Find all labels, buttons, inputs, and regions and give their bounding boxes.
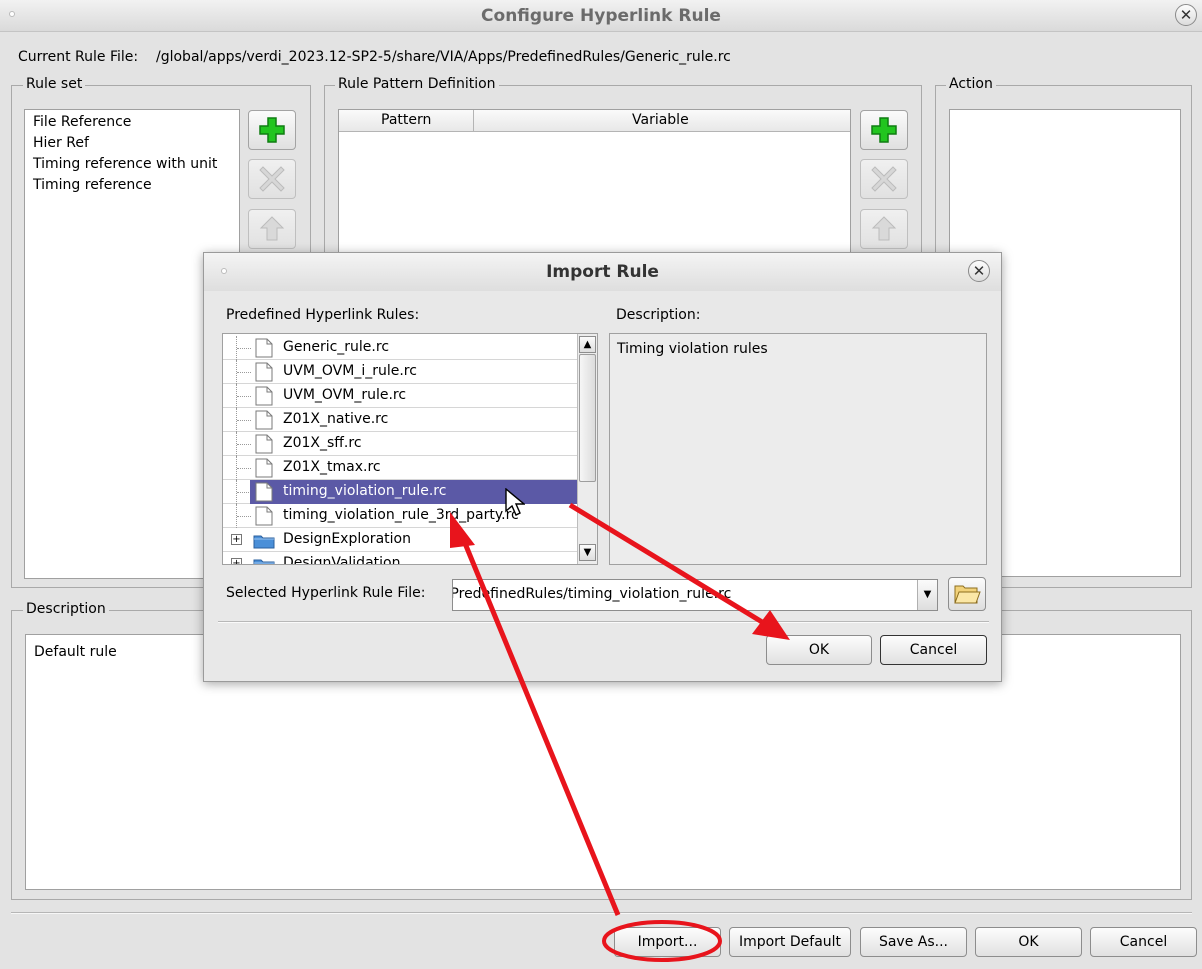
file-icon — [255, 434, 273, 454]
mouse-cursor-icon — [505, 488, 525, 516]
selected-file-label: Selected Hyperlink Rule File: — [226, 585, 426, 601]
tree-folder[interactable]: + DesignExploration — [223, 528, 577, 552]
dialog-close-icon[interactable]: ✕ — [968, 260, 990, 282]
file-icon — [255, 482, 273, 502]
file-icon — [255, 458, 273, 478]
predefined-rules-tree[interactable]: Generic_rule.rc UVM_OVM_i_rule.rc UVM_OV… — [222, 333, 598, 565]
tree-folder-label: DesignValidation — [283, 555, 401, 565]
x-icon — [871, 166, 897, 192]
tree-hline — [237, 420, 251, 421]
main-ok-button[interactable]: OK — [975, 927, 1082, 957]
tree-item-label: Z01X_native.rc — [283, 411, 389, 427]
tree-item-label: Generic_rule.rc — [283, 339, 390, 355]
tree-item-label: UVM_OVM_rule.rc — [283, 387, 407, 403]
pattern-move-up-button[interactable] — [860, 209, 908, 249]
arrow-up-icon — [871, 216, 897, 241]
tree-hline — [237, 372, 251, 373]
scroll-up-arrow-icon[interactable]: ▲ — [579, 336, 596, 353]
file-icon — [255, 410, 273, 430]
selected-file-value-text: /global/apps/verdi_2023.12-SP2-5/share/V… — [453, 586, 732, 602]
rule-set-item[interactable]: Timing reference with unit — [33, 156, 217, 172]
pattern-table-header: Pattern Variable — [339, 110, 850, 132]
open-folder-icon — [954, 585, 981, 604]
file-icon — [255, 386, 273, 406]
browse-button[interactable] — [948, 577, 986, 611]
tree-scrollbar[interactable]: ▲ ▼ — [577, 334, 597, 564]
tree-hline — [237, 492, 251, 493]
current-rule-path: /global/apps/verdi_2023.12-SP2-5/share/V… — [156, 49, 731, 65]
tree-item[interactable]: UVM_OVM_i_rule.rc — [223, 360, 577, 384]
tree-item[interactable]: Generic_rule.rc — [223, 336, 577, 360]
tree-hline — [237, 396, 251, 397]
rule-set-delete-button[interactable] — [248, 159, 296, 199]
plus-icon — [259, 117, 285, 143]
column-divider — [473, 110, 474, 132]
dialog-ok-button[interactable]: OK — [766, 635, 872, 665]
bottom-separator — [11, 912, 1192, 914]
rule-set-item[interactable]: File Reference — [33, 114, 131, 130]
dialog-cancel-button[interactable]: Cancel — [880, 635, 987, 665]
dialog-description-panel: Timing violation rules — [609, 333, 987, 565]
rule-set-title: Rule set — [23, 76, 86, 92]
action-title: Action — [946, 76, 996, 92]
tree-hline — [237, 516, 251, 517]
main-cancel-button[interactable]: Cancel — [1090, 927, 1197, 957]
import-default-button[interactable]: Import Default — [729, 927, 851, 957]
import-rule-dialog: Import Rule ✕ Predefined Hyperlink Rules… — [203, 252, 1002, 682]
arrow-up-icon — [259, 216, 285, 241]
dialog-separator — [218, 621, 989, 623]
tree-hline — [237, 444, 251, 445]
tree-item-label: Z01X_sff.rc — [283, 435, 362, 451]
scroll-thumb[interactable] — [579, 354, 596, 482]
rule-set-move-up-button[interactable] — [248, 209, 296, 249]
rule-set-item[interactable]: Hier Ref — [33, 135, 89, 151]
file-icon — [255, 506, 273, 526]
pattern-delete-button[interactable] — [860, 159, 908, 199]
tree-item-label: timing_violation_rule.rc — [283, 483, 447, 499]
dialog-description-label: Description: — [616, 307, 701, 323]
expand-toggle[interactable]: + — [231, 534, 242, 545]
pattern-add-button[interactable] — [860, 110, 908, 150]
column-header-pattern[interactable]: Pattern — [381, 112, 431, 128]
predefined-rules-label: Predefined Hyperlink Rules: — [226, 307, 420, 323]
window-close-icon[interactable]: ✕ — [1175, 4, 1197, 26]
tree-item-label: UVM_OVM_i_rule.rc — [283, 363, 417, 379]
current-rule-label: Current Rule File: — [18, 49, 139, 65]
folder-icon — [253, 559, 275, 564]
tree-item-label: Z01X_tmax.rc — [283, 459, 381, 475]
tree-item[interactable]: Z01X_tmax.rc — [223, 456, 577, 480]
tree-folder-label: DesignExploration — [283, 531, 411, 547]
column-header-variable[interactable]: Variable — [632, 112, 689, 128]
folder-icon — [253, 535, 275, 549]
tree-item[interactable]: Z01X_sff.rc — [223, 432, 577, 456]
import-button[interactable]: Import... — [614, 927, 721, 957]
tree-item[interactable]: UVM_OVM_rule.rc — [223, 384, 577, 408]
expand-toggle[interactable]: + — [231, 558, 242, 564]
selected-file-value: /global/apps/verdi_2023.12-SP2-5/share/V… — [453, 586, 937, 602]
scroll-down-arrow-icon[interactable]: ▼ — [579, 544, 596, 561]
description-text: Default rule — [34, 644, 117, 660]
tree-folder[interactable]: + DesignValidation — [223, 552, 577, 565]
save-as-button[interactable]: Save As... — [860, 927, 967, 957]
rule-set-item[interactable]: Timing reference — [33, 177, 152, 193]
tree-hline — [237, 348, 251, 349]
tree-hline — [237, 468, 251, 469]
rule-set-add-button[interactable] — [248, 110, 296, 150]
x-icon — [259, 166, 285, 192]
description-title: Description — [23, 601, 109, 617]
plus-icon — [871, 117, 897, 143]
combo-dropdown-icon[interactable]: ▼ — [917, 580, 937, 610]
pattern-title: Rule Pattern Definition — [335, 76, 499, 92]
file-icon — [255, 338, 273, 358]
dialog-title: Import Rule — [546, 262, 659, 282]
file-icon — [255, 362, 273, 382]
window-title: Configure Hyperlink Rule — [481, 6, 721, 26]
tree-item-label: timing_violation_rule_3rd_party.rc — [283, 507, 519, 523]
selected-file-combobox[interactable]: /global/apps/verdi_2023.12-SP2-5/share/V… — [452, 579, 938, 611]
dialog-description-text: Timing violation rules — [617, 341, 768, 357]
tree-item[interactable]: Z01X_native.rc — [223, 408, 577, 432]
